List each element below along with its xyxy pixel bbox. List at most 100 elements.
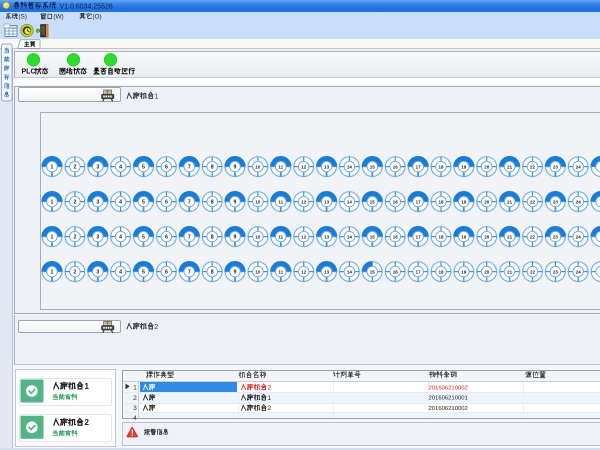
svg-text:17: 17 (416, 269, 422, 274)
svg-text:3: 3 (96, 269, 99, 275)
svg-text:21: 21 (507, 234, 513, 239)
svg-text:11: 11 (278, 269, 283, 274)
svg-text:19: 19 (461, 269, 467, 274)
svg-text:4: 4 (119, 269, 122, 275)
svg-text:13: 13 (324, 269, 330, 274)
svg-text:1: 1 (154, 91, 158, 100)
svg-text:4: 4 (119, 164, 122, 170)
svg-text:6: 6 (165, 164, 168, 170)
svg-text:20: 20 (484, 199, 490, 204)
svg-text:201606210002: 201606210002 (429, 385, 468, 391)
svg-text:(S): (S) (18, 14, 27, 21)
svg-text:6: 6 (165, 234, 168, 240)
svg-text:10: 10 (255, 234, 261, 239)
svg-text:19: 19 (461, 234, 467, 239)
svg-text:13: 13 (324, 234, 330, 239)
svg-text:14: 14 (347, 269, 353, 274)
svg-text:6: 6 (165, 269, 168, 275)
svg-text:1: 1 (133, 385, 137, 392)
svg-text:20: 20 (484, 164, 490, 169)
svg-text:16: 16 (393, 234, 399, 239)
svg-text:1: 1 (51, 269, 54, 275)
svg-text:12: 12 (301, 269, 307, 274)
svg-text:1: 1 (51, 164, 54, 170)
svg-text:9: 9 (234, 269, 237, 275)
svg-text:11: 11 (278, 164, 283, 169)
svg-text:20: 20 (484, 269, 490, 274)
svg-text:12: 12 (301, 234, 307, 239)
svg-text:9: 9 (234, 199, 237, 205)
svg-text:20: 20 (484, 234, 490, 239)
svg-text:21: 21 (507, 269, 513, 274)
svg-text:5: 5 (142, 164, 145, 170)
svg-text:10: 10 (255, 199, 261, 204)
svg-text:19: 19 (461, 199, 467, 204)
svg-text:15: 15 (370, 269, 376, 274)
svg-text:2: 2 (73, 234, 76, 240)
svg-text:16: 16 (393, 164, 399, 169)
svg-text:2: 2 (73, 269, 76, 275)
svg-text:PLC: PLC (22, 69, 36, 76)
svg-text:1: 1 (268, 395, 272, 402)
svg-text:14: 14 (347, 199, 353, 204)
svg-text:15: 15 (370, 234, 376, 239)
svg-text:23: 23 (553, 269, 559, 274)
svg-text:V1.0.6034.25526: V1.0.6034.25526 (60, 4, 113, 11)
svg-text:14: 14 (347, 164, 353, 169)
svg-text:7: 7 (188, 234, 191, 240)
svg-text:3: 3 (96, 164, 99, 170)
svg-text:(W): (W) (53, 14, 63, 21)
svg-text:2: 2 (133, 395, 137, 402)
svg-text:201606210001: 201606210001 (429, 396, 468, 402)
svg-text:11: 11 (278, 199, 283, 204)
svg-text:23: 23 (553, 164, 559, 169)
svg-text:23: 23 (553, 234, 559, 239)
svg-text:10: 10 (255, 269, 261, 274)
svg-text:2: 2 (268, 385, 272, 392)
svg-text:12: 12 (301, 164, 307, 169)
svg-text:9: 9 (234, 234, 237, 240)
svg-text:1: 1 (85, 382, 90, 391)
svg-text:15: 15 (370, 164, 376, 169)
svg-text:19: 19 (461, 164, 467, 169)
svg-text:18: 18 (438, 164, 444, 169)
svg-text:1: 1 (51, 199, 54, 205)
svg-text:24: 24 (576, 164, 582, 169)
svg-text:18: 18 (438, 199, 444, 204)
svg-text:2: 2 (85, 418, 90, 427)
svg-text:3: 3 (133, 405, 137, 412)
svg-text:23: 23 (553, 199, 559, 204)
svg-text:7: 7 (188, 164, 191, 170)
svg-text:4: 4 (119, 234, 122, 240)
svg-text:18: 18 (438, 234, 444, 239)
svg-text:11: 11 (278, 234, 283, 239)
svg-text:10: 10 (255, 164, 261, 169)
svg-text:18: 18 (438, 269, 444, 274)
svg-text:22: 22 (530, 234, 536, 239)
svg-text:6: 6 (165, 199, 168, 205)
svg-text:17: 17 (416, 199, 422, 204)
svg-text:1: 1 (51, 234, 54, 240)
svg-text:16: 16 (393, 199, 399, 204)
svg-text:21: 21 (507, 164, 513, 169)
svg-text:8: 8 (211, 269, 214, 275)
svg-text:201606210002: 201606210002 (429, 406, 468, 412)
svg-text:13: 13 (324, 164, 330, 169)
svg-text:24: 24 (576, 234, 582, 239)
svg-text:9: 9 (234, 164, 237, 170)
svg-text:4: 4 (133, 415, 137, 422)
svg-text:16: 16 (393, 269, 399, 274)
svg-text:22: 22 (530, 199, 536, 204)
svg-text:24: 24 (576, 199, 582, 204)
svg-text:7: 7 (188, 269, 191, 275)
svg-text:17: 17 (416, 164, 422, 169)
svg-text:15: 15 (370, 199, 376, 204)
svg-text:2: 2 (73, 199, 76, 205)
svg-text:4: 4 (119, 199, 122, 205)
svg-text:22: 22 (530, 164, 536, 169)
svg-text:7: 7 (188, 199, 191, 205)
svg-text:14: 14 (347, 234, 353, 239)
svg-text:3: 3 (96, 234, 99, 240)
svg-text:24: 24 (576, 269, 582, 274)
svg-text:2: 2 (268, 405, 272, 412)
